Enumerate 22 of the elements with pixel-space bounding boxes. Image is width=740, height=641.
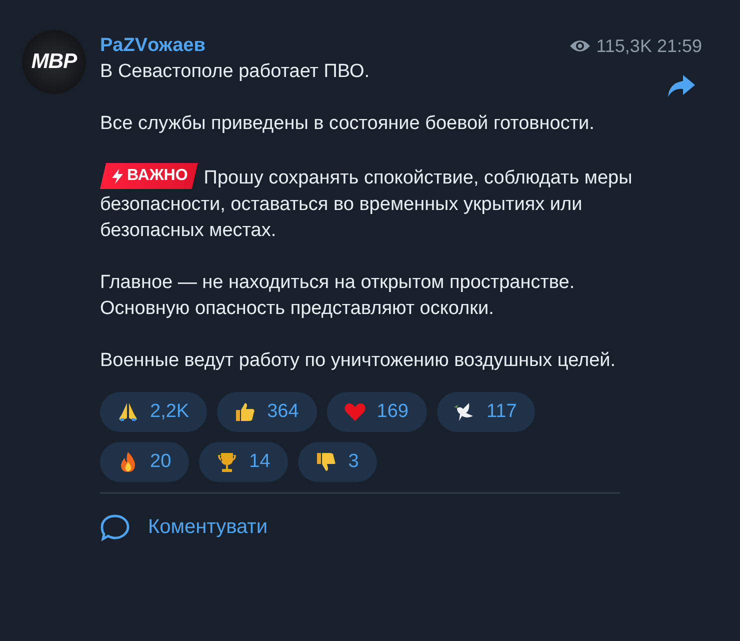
reaction-button[interactable]: 169 <box>326 392 426 432</box>
share-icon[interactable] <box>666 73 696 99</box>
reaction-button[interactable]: 14 <box>199 442 288 482</box>
reaction-button[interactable]: 20 <box>100 442 190 482</box>
reaction-button[interactable]: 3 <box>298 442 377 482</box>
message-paragraph: Главное — не находиться на открытом пространстве. Основную опасность представляют осколки. <box>100 270 576 320</box>
reaction-button[interactable]: 2,2K <box>100 392 208 432</box>
message-paragraph: Военные ведут работу по уничтожению воздушных целей. <box>100 348 617 372</box>
view-count: 115,3K <box>596 36 652 56</box>
important-badge: ВАЖНО <box>100 163 198 189</box>
channel-avatar[interactable]: MBP <box>22 30 86 94</box>
reaction-button[interactable]: 117 <box>436 392 535 432</box>
message-paragraph: ВАЖНО Прошу сохранять спокойствие, соблюдать меры безопасности, оставаться во временных укрытиях или безопасных местах. <box>100 163 640 244</box>
post-time: 21:59 <box>656 36 702 56</box>
message-paragraph: В Севастополе работает ПВО. <box>100 60 371 84</box>
reaction-button[interactable]: 364 <box>217 392 317 432</box>
avatar-logo-text: MBP <box>31 50 77 74</box>
eye-icon <box>569 39 592 53</box>
comment-button[interactable]: Коментувати <box>100 514 268 542</box>
message-paragraph: Все службы приведены в состояние боевой готовности. <box>100 112 596 136</box>
channel-name[interactable]: PaZVожаев <box>100 35 206 57</box>
speech-bubble-icon <box>100 514 130 542</box>
